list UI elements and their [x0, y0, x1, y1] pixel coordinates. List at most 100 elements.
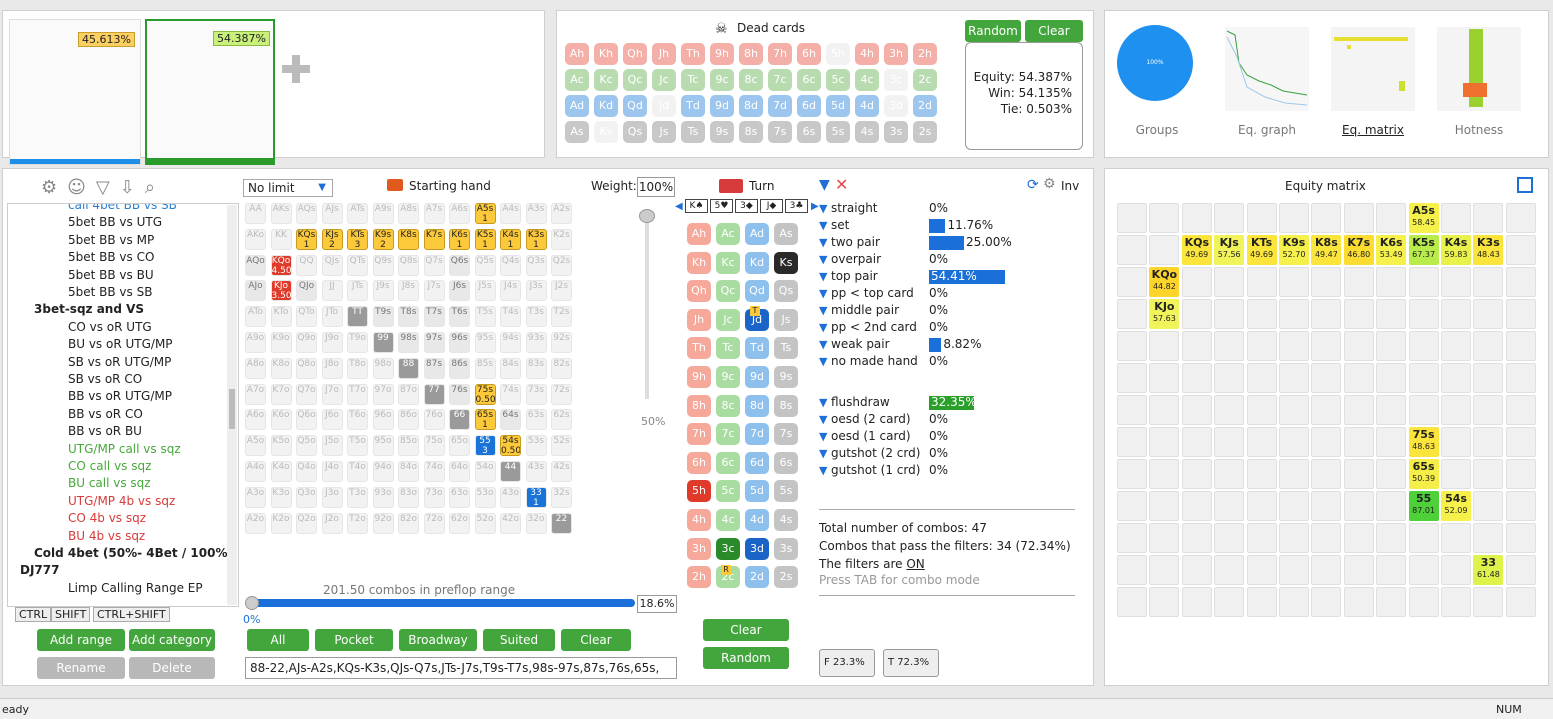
hand-cell[interactable]: 84s	[500, 357, 521, 379]
tree-item[interactable]: CO call vs sqz	[68, 459, 151, 473]
board-card[interactable]: Qh	[687, 280, 711, 303]
dead-card[interactable]: 7c	[768, 69, 792, 91]
dead-card[interactable]: 8h	[739, 43, 763, 65]
dead-card[interactable]: 9c	[710, 69, 734, 91]
dead-card[interactable]: Jc	[652, 69, 676, 91]
hand-cell[interactable]: K2o	[270, 512, 292, 534]
tree-item[interactable]: BB vs oR CO	[68, 407, 143, 421]
board-card[interactable]: Kd	[745, 251, 769, 274]
board-slot[interactable]: 3♣	[785, 199, 808, 213]
hand-cell[interactable]: K4o	[270, 461, 292, 482]
dead-card[interactable]: Td	[681, 95, 705, 117]
hand-cell[interactable]: J2s	[551, 280, 572, 302]
hand-cell[interactable]: A2o	[245, 512, 266, 534]
hand-cell[interactable]: QQ	[296, 254, 317, 276]
hand-cell[interactable]: ATs	[347, 203, 368, 224]
filter-funnel-icon[interactable]: ▼	[819, 236, 827, 249]
hand-cell[interactable]: 87s	[423, 357, 445, 379]
hand-cell[interactable]: 63s	[525, 409, 547, 431]
filter-funnel-icon[interactable]: ▼	[819, 447, 827, 460]
dead-card[interactable]: Jh	[652, 43, 676, 65]
dead-card[interactable]: Qh	[623, 43, 647, 65]
hand-cell[interactable]: 65o	[449, 435, 470, 457]
hand-cell[interactable]: K9s 2	[372, 228, 394, 250]
rename-button[interactable]: Rename	[37, 657, 125, 679]
filter-funnel-icon[interactable]: ▼	[819, 464, 827, 477]
dead-card[interactable]: Ac	[565, 69, 589, 91]
range-filter-button[interactable]: Clear	[561, 629, 631, 651]
hand-cell[interactable]: A7o	[245, 383, 266, 405]
filter-funnel-icon[interactable]: ▼	[819, 219, 827, 232]
ctrl-key[interactable]: CTRL	[15, 607, 52, 622]
hand-cell[interactable]: 94o	[372, 461, 394, 482]
board-card[interactable]: 6h	[687, 451, 711, 474]
eq-hand-cell[interactable]: K4s 59.83	[1441, 235, 1471, 265]
eq-hand-cell[interactable]: KQs 49.69	[1181, 235, 1212, 265]
tree-item[interactable]: 5bet BB vs UTG	[68, 215, 162, 229]
board-card[interactable]: 3s	[774, 537, 798, 560]
hand-cell[interactable]: KK	[270, 228, 292, 250]
tree-item[interactable]: BB vs oR BU	[68, 424, 142, 438]
eq-hand-cell[interactable]: K8s 49.47	[1311, 235, 1342, 265]
hand-cell[interactable]: Q9s	[372, 254, 394, 276]
dead-card[interactable]: As	[565, 121, 589, 143]
filter-funnel-icon[interactable]: ▼	[819, 304, 827, 317]
tree-item[interactable]: CO 4b vs sqz	[68, 511, 146, 525]
hand-cell[interactable]: A4s	[500, 203, 521, 224]
board-card[interactable]: 2d	[745, 566, 769, 589]
tree-item[interactable]: SB vs oR CO	[68, 372, 142, 386]
board-card[interactable]: Ac	[716, 223, 740, 245]
board-card[interactable]: Tc	[716, 337, 740, 360]
dead-clear-button[interactable]: Clear	[1025, 20, 1083, 42]
hand-cell[interactable]: 33 1	[525, 486, 547, 508]
hand-cell[interactable]: JTo	[321, 306, 343, 328]
hand-cell[interactable]: T9o	[347, 332, 368, 353]
eq-hand-cell[interactable]: K6s 53.49	[1376, 235, 1407, 265]
board-card[interactable]: Qc	[716, 280, 740, 303]
hand-cell[interactable]: 85s	[474, 357, 496, 379]
hand-cell[interactable]: K4s 1	[500, 228, 521, 250]
hand-cell[interactable]: K3o	[270, 486, 292, 508]
dead-card[interactable]: Th	[681, 43, 705, 65]
tree-item[interactable]: SB vs oR UTG/MP	[68, 355, 171, 369]
board-card[interactable]: Td	[745, 337, 769, 360]
board-card[interactable]: 4c	[716, 509, 740, 531]
tree-item[interactable]: BU 4b vs sqz	[68, 529, 145, 543]
board-card[interactable]: 9h	[687, 366, 711, 388]
range-preview-1[interactable]: 45.613%	[9, 19, 141, 165]
eq-hand-cell[interactable]: KJs 57.56	[1214, 235, 1245, 265]
weight-slider-thumb[interactable]	[639, 209, 655, 223]
hand-cell[interactable]: J6s	[449, 280, 470, 302]
hand-cell[interactable]: 32s	[551, 486, 572, 508]
hand-cell[interactable]: 32o	[525, 512, 547, 534]
hand-cell[interactable]: 76o	[423, 409, 445, 431]
hand-cell[interactable]: 75s 0.50	[474, 383, 496, 405]
board-card[interactable]: 5d	[745, 480, 769, 503]
eq-hand-cell[interactable]: KQo 44.82	[1149, 267, 1180, 297]
board-card[interactable]: 4s	[774, 509, 798, 531]
hand-cell[interactable]: 63o	[449, 486, 470, 508]
dead-card[interactable]: Qs	[623, 121, 647, 143]
hand-cell[interactable]: A9s	[372, 203, 394, 224]
hand-cell[interactable]: 95o	[372, 435, 394, 457]
gear-icon[interactable]: ⚙	[1043, 176, 1056, 192]
board-card[interactable]: Ad	[745, 223, 769, 245]
hand-cell[interactable]: 97o	[372, 383, 394, 405]
board-card[interactable]: Js	[774, 308, 798, 331]
hand-cell[interactable]: A8o	[245, 357, 266, 379]
dead-card[interactable]: 2d	[913, 95, 937, 117]
hand-cell[interactable]: K6o	[270, 409, 292, 431]
dead-card[interactable]: 8s	[739, 121, 763, 143]
groups-pie[interactable]: 100%	[1117, 25, 1193, 101]
hand-cell[interactable]: T7s	[423, 306, 445, 328]
dead-card[interactable]: Qd	[623, 95, 647, 117]
board-card[interactable]: 2s	[774, 566, 798, 589]
board-card[interactable]: Ah	[687, 223, 711, 245]
hand-cell[interactable]: AKs	[270, 203, 292, 224]
hand-cell[interactable]: 92s	[551, 332, 572, 353]
board-card[interactable]: 6s	[774, 451, 798, 474]
board-random-button[interactable]: Random	[703, 647, 789, 669]
eq-hand-cell[interactable]: 33 61.48	[1473, 555, 1504, 585]
hand-cell[interactable]: KQo 4.50	[270, 254, 292, 276]
hand-cell[interactable]: J7o	[321, 383, 343, 405]
